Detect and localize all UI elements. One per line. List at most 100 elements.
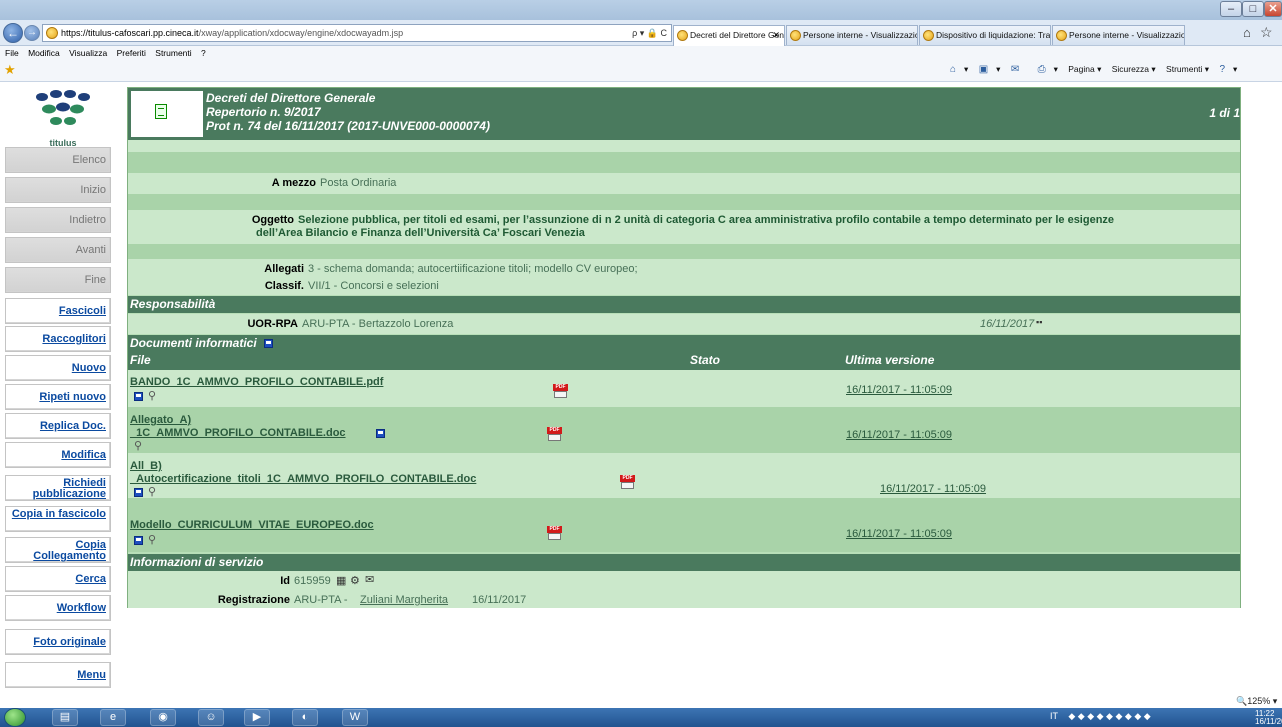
- file-link-line-2[interactable]: _Autocertificazione_titoli_1C_AMMVO_PROF…: [130, 473, 476, 486]
- titulus-logo: titulus: [28, 85, 98, 150]
- sidebar-copia-collegamento-button[interactable]: Copia Collegamento: [5, 537, 111, 563]
- tab-label: Decreti del Direttore Genera...: [690, 30, 785, 40]
- menu-modifica[interactable]: Modifica: [28, 48, 60, 58]
- maximize-button[interactable]: □: [1242, 1, 1264, 17]
- attachment-clip-icon[interactable]: ⚲: [148, 485, 156, 498]
- menu-help[interactable]: ?: [201, 48, 206, 58]
- sidebar-replica-doc-button[interactable]: Replica Doc.: [5, 413, 111, 439]
- file-version-date-link[interactable]: 16/11/2017 - 11:05:09: [846, 429, 952, 441]
- tab-close-icon[interactable]: ✕: [772, 26, 780, 44]
- attachment-clip-icon[interactable]: ⚲: [134, 439, 142, 452]
- sidebar-fascicoli-button[interactable]: Fascicoli: [5, 298, 111, 324]
- menu-strumenti[interactable]: Strumenti: [155, 48, 191, 58]
- classif-value: VII/1 - Concorsi e selezioni: [308, 280, 439, 292]
- back-button[interactable]: ←: [3, 23, 23, 43]
- favorites-add-icon[interactable]: ★: [4, 62, 16, 78]
- sidebar-workflow-button[interactable]: Workflow: [5, 595, 111, 621]
- file-version-date-link[interactable]: 16/11/2017 - 11:05:09: [846, 528, 952, 540]
- attachment-clip-icon[interactable]: ⚲: [148, 533, 156, 546]
- sidebar-ripeti-nuovo-button[interactable]: Ripeti nuovo: [5, 384, 111, 410]
- menu-visualizza[interactable]: Visualizza: [69, 48, 107, 58]
- sidebar-avanti-button: Avanti: [5, 237, 111, 263]
- language-indicator[interactable]: IT: [1050, 711, 1058, 721]
- pdf-convert-icon[interactable]: PDF: [553, 384, 568, 399]
- sidebar-raccoglitori-button[interactable]: Raccoglitori: [5, 326, 111, 352]
- a-mezzo-row: A mezzo Posta Ordinaria: [128, 173, 1240, 194]
- start-button[interactable]: [4, 708, 26, 727]
- home-page-icon[interactable]: ⌂ ▾: [950, 64, 968, 75]
- menu-preferiti[interactable]: Preferiti: [117, 48, 146, 58]
- minimize-button[interactable]: –: [1220, 1, 1242, 17]
- save-icon[interactable]: [134, 488, 143, 497]
- oggetto-line-2: dell’Area Bilancio e Finanza dell’Univer…: [256, 227, 585, 239]
- help-icon[interactable]: ? ▾: [1219, 64, 1237, 75]
- home-icon[interactable]: ⌂: [1243, 25, 1251, 40]
- history-icon[interactable]: ⚙: [350, 574, 360, 587]
- favorites-star-icon[interactable]: ☆: [1260, 24, 1273, 41]
- file-version-date-link[interactable]: 16/11/2017 - 11:05:09: [880, 483, 986, 495]
- internet-explorer-icon[interactable]: e: [100, 709, 126, 726]
- file-link-line-1[interactable]: All_B): [130, 460, 162, 473]
- pdf-convert-icon[interactable]: PDF: [547, 526, 562, 541]
- browser-tab-persone-interne[interactable]: Persone interne - Visualizzazio...: [786, 25, 918, 45]
- close-window-button[interactable]: ✕: [1264, 1, 1282, 17]
- ie-tab-icon: [923, 30, 934, 41]
- save-icon[interactable]: [134, 392, 143, 401]
- oggetto-label: Oggetto: [251, 214, 294, 226]
- browser-tab-persone-interne-2[interactable]: Persone interne - Visualizzazio...: [1052, 25, 1185, 45]
- page-menu[interactable]: Pagina ▾: [1068, 64, 1101, 74]
- chrome-icon[interactable]: ◉: [150, 709, 176, 726]
- menu-file[interactable]: File: [5, 48, 19, 58]
- user-app-icon[interactable]: ☺: [198, 709, 224, 726]
- tray-icons[interactable]: ◆ ◆ ◆ ◆ ◆ ◆ ◆ ◆ ◆: [1068, 711, 1150, 721]
- media-player-icon[interactable]: ▶: [244, 709, 270, 726]
- pdf-convert-icon[interactable]: PDF: [620, 475, 635, 490]
- column-stato: Stato: [690, 353, 720, 367]
- print-icon[interactable]: ⎙ ▾: [1038, 64, 1058, 75]
- email-icon[interactable]: ✉: [365, 573, 374, 586]
- sidebar-foto-originale-button[interactable]: Foto originale: [5, 629, 111, 655]
- command-items: ⌂ ▾ ▣ ▾ ✉ ⎙ ▾ Pagina ▾ Sicurezza ▾ Strument…: [950, 64, 1245, 75]
- document-type-icon-box: [131, 91, 203, 137]
- sidebar-richiedi-pubblicazione-button[interactable]: Richiedi pubblicazione: [5, 475, 111, 501]
- address-tools[interactable]: ρ ▾ 🔒 C: [632, 25, 667, 41]
- document-type-icon[interactable]: [155, 104, 167, 119]
- file-link[interactable]: BANDO_1C_AMMVO_PROFILO_CONTABILE.pdf: [130, 376, 383, 389]
- browser-tab-dispositivo[interactable]: Dispositivo di liquidazione: Tra...: [919, 25, 1051, 45]
- feeds-icon[interactable]: ▣ ▾: [979, 64, 1001, 75]
- qrcode-icon[interactable]: ▦: [336, 574, 346, 587]
- pdf-convert-icon[interactable]: PDF: [547, 427, 562, 442]
- address-path: /xway/application/xdocway/engine/xdocway…: [198, 28, 404, 38]
- registrazione-person-link[interactable]: Zuliani Margherita: [360, 594, 448, 606]
- file-version-date-link[interactable]: 16/11/2017 - 11:05:09: [846, 384, 952, 396]
- browser-menu-bar: File Modifica Visualizza Preferiti Strum…: [0, 46, 1282, 60]
- persons-icon[interactable]: ▪▪: [1036, 317, 1042, 327]
- file-row: Allegato_A) _1C_AMMVO_PROFILO_CONTABILE.…: [128, 407, 1240, 453]
- file-link[interactable]: Modello_CURRICULUM_VITAE_EUROPEO.doc: [130, 519, 374, 532]
- attachment-clip-icon[interactable]: ⚲: [148, 389, 156, 402]
- save-all-icon[interactable]: [264, 339, 274, 349]
- id-label: Id: [280, 575, 290, 587]
- file-link-line-1[interactable]: Allegato_A): [130, 414, 191, 427]
- word-icon[interactable]: W: [342, 709, 368, 726]
- forward-button[interactable]: →: [24, 25, 40, 41]
- mail-icon[interactable]: ✉: [1011, 64, 1027, 75]
- sidebar-nuovo-button[interactable]: Nuovo: [5, 355, 111, 381]
- clock[interactable]: 11:22 16/11/2017: [1255, 710, 1282, 726]
- sidebar-modifica-button[interactable]: Modifica: [5, 442, 111, 468]
- browser-tab-decreti[interactable]: Decreti del Direttore Genera... ✕: [673, 25, 785, 46]
- zoom-level[interactable]: 🔍125% ▾: [1236, 696, 1277, 707]
- explorer-icon[interactable]: ▤: [52, 709, 78, 726]
- sidebar-menu-button[interactable]: Menu: [5, 662, 111, 688]
- sidebar-copia-in-fascicolo-button[interactable]: Copia in fascicolo: [5, 506, 111, 532]
- save-icon[interactable]: [134, 536, 143, 545]
- address-bar[interactable]: https://titulus-cafoscari.pp.cineca.it/x…: [42, 24, 672, 42]
- security-menu[interactable]: Sicurezza ▾: [1112, 64, 1156, 74]
- tools-menu[interactable]: Strumenti ▾: [1166, 64, 1209, 74]
- save-icon[interactable]: [376, 429, 385, 438]
- file-link-line-2[interactable]: _1C_AMMVO_PROFILO_CONTABILE.doc: [130, 427, 346, 440]
- app-icon[interactable]: ◐: [292, 709, 318, 726]
- column-ultima-versione: Ultima versione: [845, 353, 935, 367]
- allegati-classif-row: Allegati 3 - schema domanda; autocertiif…: [128, 259, 1240, 295]
- sidebar-cerca-button[interactable]: Cerca: [5, 566, 111, 592]
